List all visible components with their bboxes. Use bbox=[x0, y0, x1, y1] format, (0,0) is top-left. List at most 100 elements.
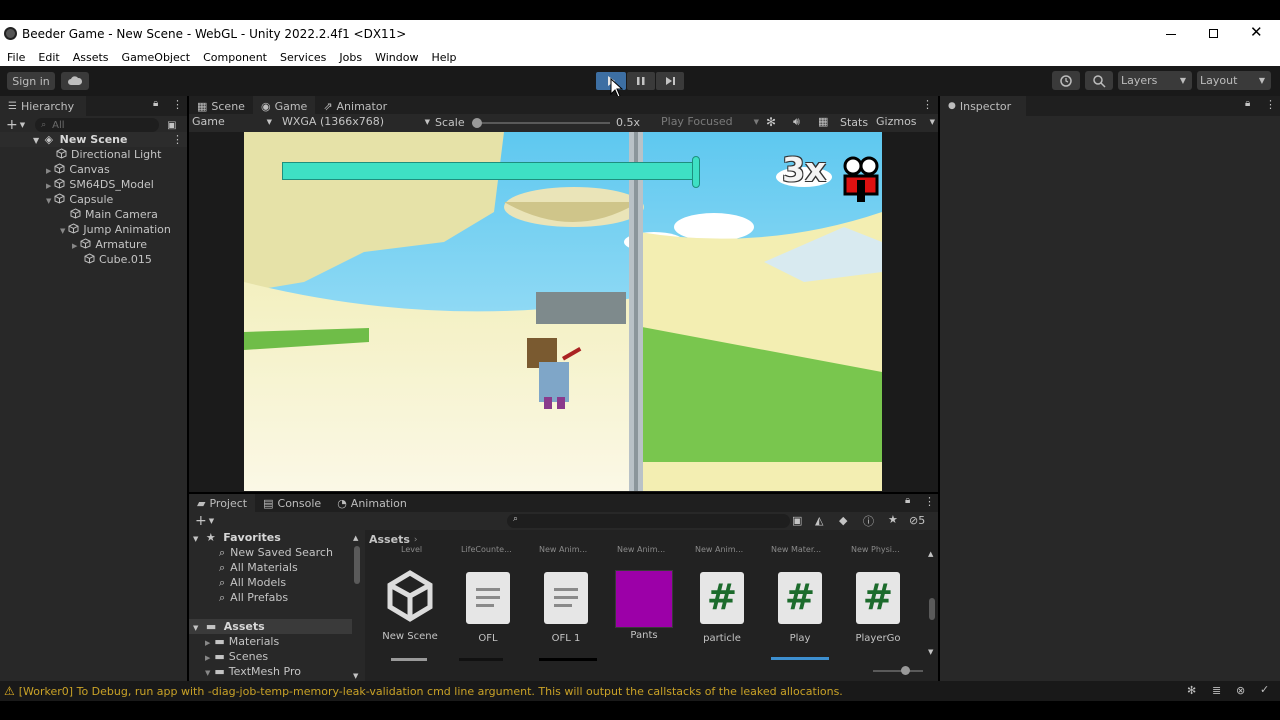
search-by-type-icon[interactable]: ▣ bbox=[792, 514, 802, 527]
menu-window[interactable]: Window bbox=[375, 51, 418, 64]
tab-animation[interactable]: ◔ Animation bbox=[329, 494, 415, 512]
asset-tile-ofl[interactable]: OFL bbox=[452, 572, 524, 644]
scene-visibility-icon[interactable]: ▣ bbox=[167, 120, 176, 131]
game-view[interactable]: 3x bbox=[244, 132, 882, 491]
menu-assets[interactable]: Assets bbox=[73, 51, 109, 64]
tree-item-cube-015[interactable]: Cube.015 bbox=[84, 252, 152, 267]
kebab-menu-icon[interactable]: ⋮ bbox=[1265, 98, 1276, 111]
kebab-menu-icon[interactable]: ⋮ bbox=[172, 98, 183, 111]
tab-inspector[interactable]: ● Inspector bbox=[940, 96, 1026, 116]
icon-size-slider[interactable] bbox=[873, 666, 923, 675]
kebab-menu-icon[interactable]: ⋮ bbox=[172, 132, 183, 147]
menu-services[interactable]: Services bbox=[280, 51, 326, 64]
undo-history-button[interactable] bbox=[1052, 71, 1080, 90]
tab-console[interactable]: ▤ Console bbox=[255, 494, 329, 512]
stats-grid-icon[interactable]: ▦ bbox=[818, 115, 828, 128]
menu-gameobject[interactable]: GameObject bbox=[122, 51, 191, 64]
menu-jobs[interactable]: Jobs bbox=[339, 51, 362, 64]
scale-slider[interactable] bbox=[472, 118, 610, 128]
check-circle-icon[interactable]: ✓ bbox=[1260, 683, 1269, 696]
tab-game[interactable]: ◉ Game bbox=[252, 96, 316, 116]
asset-tile-particle[interactable]: # particle bbox=[686, 572, 758, 644]
favorites-header[interactable]: ▼ ★ Favorites bbox=[193, 530, 281, 545]
network-icon[interactable]: ⊗ bbox=[1236, 684, 1245, 697]
tag-icon[interactable]: ◆ bbox=[839, 514, 847, 527]
status-message[interactable]: [Worker0] To Debug, run app with -diag-j… bbox=[19, 685, 843, 698]
speaker-icon[interactable]: 🔊︎ bbox=[793, 115, 800, 129]
asset-tile-playergo[interactable]: # PlayerGo bbox=[842, 572, 914, 644]
info-icon[interactable]: ⓘ bbox=[863, 513, 874, 529]
add-button[interactable]: + bbox=[195, 513, 207, 529]
menu-edit[interactable]: Edit bbox=[38, 51, 59, 64]
tab-hierarchy[interactable]: ☰ Hierarchy bbox=[0, 96, 86, 116]
kebab-menu-icon[interactable]: ⋮ bbox=[922, 98, 933, 111]
asset-tile-play[interactable]: # Play bbox=[764, 572, 836, 644]
tree-item-jump-animation[interactable]: ▼ Jump Animation bbox=[60, 222, 171, 237]
chevron-down-icon[interactable]: ▼ bbox=[20, 121, 25, 129]
hidden-packages-toggle[interactable]: ⊘5 bbox=[909, 514, 925, 527]
favorite-item-all-materials[interactable]: ⌕ All Materials bbox=[219, 560, 298, 575]
hierarchy-search-input[interactable]: ⌕ All bbox=[35, 118, 160, 132]
favorite-item-all-models[interactable]: ⌕ All Models bbox=[219, 575, 286, 590]
minimize-button[interactable] bbox=[1164, 26, 1178, 40]
tab-project[interactable]: ▰ Project bbox=[189, 494, 256, 512]
scroll-down-icon[interactable]: ▼ bbox=[928, 648, 933, 656]
folder-tree-scrollbar[interactable]: ▲ ▼ bbox=[353, 534, 361, 680]
tree-item-main-camera[interactable]: Main Camera bbox=[70, 207, 158, 222]
slider-thumb[interactable] bbox=[472, 118, 482, 128]
display-dropdown[interactable]: Game ▼ bbox=[192, 115, 272, 128]
assets-folder-header[interactable]: ▼ ▬ Assets bbox=[189, 619, 352, 634]
search-button[interactable] bbox=[1085, 71, 1113, 90]
close-button[interactable]: ✕ bbox=[1250, 24, 1264, 40]
folder-item-textmesh-pro[interactable]: ▼ ▬ TextMesh Pro bbox=[205, 664, 301, 679]
asset-tile-ofl-1[interactable]: OFL 1 bbox=[530, 572, 602, 644]
tree-item-new-scene[interactable]: ▼ ◈ New Scene ⋮ bbox=[0, 132, 187, 147]
play-mode-dropdown[interactable]: Play Focused ▼ bbox=[661, 115, 759, 128]
stack-icon[interactable]: ≣ bbox=[1212, 684, 1221, 697]
project-search-input[interactable]: ⌕ bbox=[507, 514, 790, 528]
kebab-menu-icon[interactable]: ⋮ bbox=[924, 495, 935, 508]
menu-component[interactable]: Component bbox=[203, 51, 267, 64]
folder-item-materials[interactable]: ▶ ▬ Materials bbox=[205, 634, 279, 649]
layers-dropdown[interactable]: Layers ▼ bbox=[1118, 71, 1192, 90]
step-button[interactable] bbox=[656, 72, 684, 90]
stats-button[interactable]: Stats bbox=[840, 116, 868, 129]
scroll-down-icon[interactable]: ▼ bbox=[353, 672, 358, 680]
resolution-dropdown[interactable]: WXGA (1366x768) ▼ bbox=[282, 115, 430, 128]
lock-icon[interactable]: 🔒︎ bbox=[153, 98, 158, 109]
tree-item-canvas[interactable]: ▶ Canvas bbox=[46, 162, 110, 177]
tree-item-sm64ds-model[interactable]: ▶ SM64DS_Model bbox=[46, 177, 154, 192]
asset-grid-scrollbar[interactable]: ▲ ▼ bbox=[928, 550, 936, 658]
cloud-button[interactable] bbox=[61, 72, 89, 90]
tab-scene[interactable]: ▦ Scene bbox=[189, 96, 253, 116]
star-icon[interactable]: ★ bbox=[888, 513, 898, 526]
layout-dropdown[interactable]: Layout ▼ bbox=[1197, 71, 1271, 90]
search-by-label-icon[interactable]: ◭ bbox=[815, 514, 823, 527]
slider-thumb[interactable] bbox=[901, 666, 910, 675]
bug-icon[interactable]: ✻ bbox=[766, 115, 776, 129]
folder-item-scenes[interactable]: ▶ ▬ Scenes bbox=[205, 649, 268, 664]
favorite-item-all-prefabs[interactable]: ⌕ All Prefabs bbox=[219, 590, 288, 605]
tab-animator[interactable]: ⇗ Animator bbox=[315, 96, 395, 116]
chevron-down-icon[interactable]: ▼ bbox=[209, 517, 214, 525]
sign-in-button[interactable]: Sign in bbox=[7, 72, 55, 90]
asset-tile-new-scene[interactable]: New Scene bbox=[374, 570, 446, 642]
menu-file[interactable]: File bbox=[7, 51, 25, 64]
scrollbar-thumb[interactable] bbox=[929, 598, 935, 620]
bug-icon[interactable]: ✻ bbox=[1187, 684, 1196, 697]
tree-item-armature[interactable]: ▶ Armature bbox=[72, 237, 147, 252]
menu-help[interactable]: Help bbox=[431, 51, 456, 64]
scroll-up-icon[interactable]: ▲ bbox=[353, 534, 358, 542]
lock-icon[interactable]: 🔒︎ bbox=[905, 495, 910, 506]
favorite-item-new-saved-search[interactable]: ⌕ New Saved Search bbox=[219, 545, 333, 560]
asset-tile-pants[interactable]: Pants bbox=[608, 570, 680, 641]
scroll-up-icon[interactable]: ▲ bbox=[928, 550, 933, 558]
gizmos-dropdown[interactable]: Gizmos ▼ bbox=[876, 115, 935, 128]
tree-item-directional-light[interactable]: Directional Light bbox=[56, 147, 161, 162]
add-button[interactable]: + bbox=[6, 117, 18, 133]
lock-icon[interactable]: 🔒︎ bbox=[1245, 98, 1250, 109]
tree-item-capsule[interactable]: ▼ Capsule bbox=[46, 192, 113, 207]
scrollbar-thumb[interactable] bbox=[354, 546, 360, 584]
restore-button[interactable] bbox=[1206, 26, 1220, 40]
pause-button[interactable] bbox=[627, 72, 655, 90]
